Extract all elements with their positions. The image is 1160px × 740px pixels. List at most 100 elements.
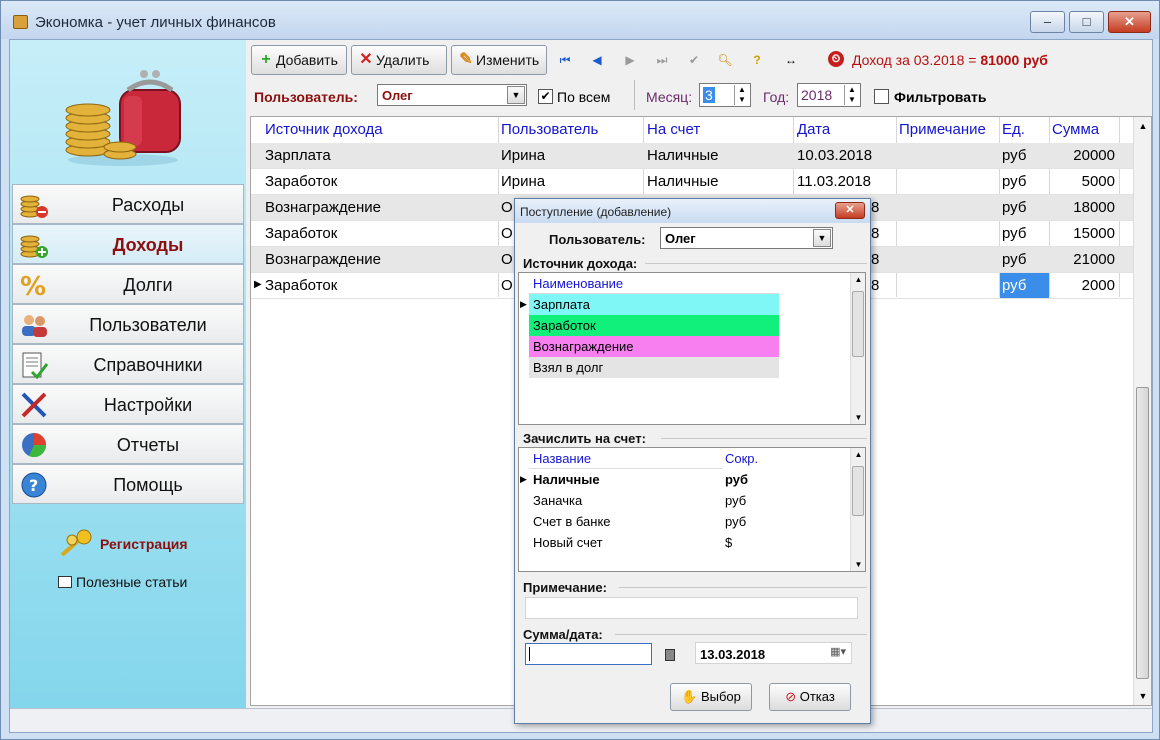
- search-icon[interactable]: 🔍︎: [717, 52, 733, 68]
- useful-articles-link[interactable]: Полезные статьи: [58, 574, 187, 590]
- header-source[interactable]: Источник дохода: [265, 121, 383, 138]
- account-header-short[interactable]: Сокр.: [725, 449, 775, 469]
- header-account[interactable]: На счет: [647, 121, 700, 138]
- scroll-thumb[interactable]: [852, 291, 864, 357]
- month-spinner[interactable]: 3 ▲ ▼: [699, 83, 751, 107]
- scroll-down-icon[interactable]: ▼: [851, 560, 866, 569]
- useful-articles-label: Полезные статьи: [76, 574, 188, 590]
- scroll-thumb[interactable]: [1136, 387, 1149, 679]
- year-spinner[interactable]: 2018 ▲ ▼: [797, 83, 861, 107]
- expand-columns-icon[interactable]: ↔: [780, 52, 802, 68]
- header-note[interactable]: Примечание: [899, 121, 986, 138]
- note-input[interactable]: [525, 597, 858, 619]
- scroll-up-icon[interactable]: ▲: [851, 275, 866, 284]
- edit-button[interactable]: ✎ Изменить: [451, 45, 547, 75]
- account-item[interactable]: Наличные: [529, 469, 722, 490]
- coins-minus-icon: [20, 195, 48, 218]
- header-date[interactable]: Дата: [797, 121, 830, 138]
- nav-reports[interactable]: Отчеты: [12, 424, 244, 464]
- scroll-down-icon[interactable]: ▼: [1134, 691, 1152, 701]
- question-icon[interactable]: ?: [749, 52, 765, 68]
- account-item[interactable]: Счет в банке: [529, 511, 722, 532]
- last-record-icon[interactable]: ⏭: [654, 52, 670, 68]
- cell-account: Наличные: [647, 147, 719, 164]
- source-item[interactable]: Заработок: [529, 315, 779, 336]
- chevron-down-icon[interactable]: ▼: [507, 86, 525, 104]
- source-list-scrollbar[interactable]: ▲ ▼: [850, 273, 865, 424]
- select-label: Выбор: [700, 689, 741, 704]
- delete-button[interactable]: ✕ Удалить: [351, 45, 447, 75]
- nav-debts[interactable]: % Долги: [12, 264, 244, 304]
- dialog-title-bar[interactable]: Поступление (добавление) ✕: [515, 199, 870, 223]
- calculator-icon[interactable]: [665, 649, 675, 661]
- cell-sum: 2000: [1081, 277, 1115, 294]
- registration-link[interactable]: Регистрация: [58, 528, 218, 558]
- plus-icon: +: [261, 51, 271, 68]
- minimize-button[interactable]: –: [1030, 11, 1065, 33]
- account-list-scrollbar[interactable]: ▲ ▼: [850, 448, 865, 571]
- cell-unit: руб: [1002, 251, 1027, 268]
- source-item[interactable]: Взял в долг: [529, 357, 779, 378]
- month-value[interactable]: 3: [703, 87, 715, 103]
- next-record-icon[interactable]: ▶: [622, 52, 638, 68]
- select-button[interactable]: ✋ Выбор: [670, 683, 752, 711]
- spinner-arrows-icon[interactable]: ▲ ▼: [844, 85, 859, 105]
- cell-unit-selected[interactable]: руб: [1000, 273, 1049, 298]
- header-unit[interactable]: Ед.: [1002, 121, 1025, 138]
- year-value[interactable]: 2018: [801, 87, 832, 103]
- dialog-user-select[interactable]: Олег ▼: [660, 227, 833, 249]
- spinner-arrows-icon[interactable]: ▲ ▼: [734, 85, 749, 105]
- cell-source: Зарплата: [265, 147, 331, 164]
- header-sum[interactable]: Сумма: [1052, 121, 1099, 138]
- clock-icon: ⏲: [828, 51, 844, 67]
- source-list[interactable]: Наименование Зарплата ▶ Заработок Вознаг…: [518, 272, 866, 425]
- add-button[interactable]: + Добавить: [251, 45, 347, 75]
- header-user[interactable]: Пользователь: [501, 121, 598, 138]
- window-title: Экономка - учет личных финансов: [35, 14, 276, 31]
- scroll-up-icon[interactable]: ▲: [1134, 121, 1152, 131]
- account-list[interactable]: Название Сокр. ▶ Наличные руб Заначка ру…: [518, 447, 866, 572]
- first-record-icon[interactable]: ⏮: [557, 52, 573, 68]
- account-header-name[interactable]: Название: [529, 449, 722, 469]
- cell-source: Заработок: [265, 173, 338, 190]
- scroll-thumb[interactable]: [852, 466, 864, 516]
- nav-expenses[interactable]: Расходы: [12, 184, 244, 224]
- table-row[interactable]: Зарплата Ирина Наличные 10.03.2018 руб 2…: [251, 143, 1133, 169]
- delete-label: Удалить: [376, 52, 430, 68]
- nav-users[interactable]: Пользователи: [12, 304, 244, 344]
- coins-plus-icon: [20, 235, 48, 258]
- sum-input[interactable]: [525, 643, 652, 665]
- scroll-up-icon[interactable]: ▲: [851, 450, 866, 459]
- nav-references[interactable]: Справочники: [12, 344, 244, 384]
- nav-income[interactable]: Доходы: [12, 224, 244, 264]
- date-picker[interactable]: 13.03.2018 ▦▾: [695, 642, 852, 664]
- close-button[interactable]: ✕: [1108, 11, 1151, 33]
- source-label: Источник дохода:: [523, 256, 638, 271]
- filter-checkbox[interactable]: [874, 89, 889, 104]
- nav-label: Отчеты: [116, 435, 180, 455]
- nav-help[interactable]: ? Помощь: [12, 464, 244, 504]
- checkmark-icon[interactable]: ✔: [686, 52, 702, 68]
- dialog-user-label: Пользователь:: [549, 232, 646, 247]
- cancel-button[interactable]: ⊘ Отказ: [769, 683, 851, 711]
- prev-record-icon[interactable]: ◀: [589, 52, 605, 68]
- cell-unit: руб: [1002, 199, 1027, 216]
- divider: [615, 634, 867, 635]
- sum-date-label: Сумма/дата:: [523, 627, 603, 642]
- title-bar[interactable]: Экономка - учет личных финансов – □ ✕: [1, 1, 1159, 39]
- source-list-header[interactable]: Наименование: [529, 274, 779, 294]
- all-users-checkbox[interactable]: ✔: [538, 89, 553, 104]
- calendar-dropdown-icon[interactable]: ▦▾: [830, 645, 846, 658]
- nav-settings[interactable]: Настройки: [12, 384, 244, 424]
- account-item[interactable]: Новый счет: [529, 532, 722, 553]
- source-item[interactable]: Вознаграждение: [529, 336, 779, 357]
- user-select[interactable]: Олег ▼: [377, 84, 527, 106]
- account-item[interactable]: Заначка: [529, 490, 722, 511]
- chevron-down-icon[interactable]: ▼: [813, 229, 831, 247]
- dialog-close-button[interactable]: ✕: [835, 202, 865, 219]
- maximize-button[interactable]: □: [1069, 11, 1104, 33]
- table-scrollbar[interactable]: ▲ ▼: [1133, 117, 1151, 705]
- table-row[interactable]: Заработок Ирина Наличные 11.03.2018 руб …: [251, 169, 1133, 195]
- source-item[interactable]: Зарплата: [529, 294, 779, 315]
- scroll-down-icon[interactable]: ▼: [851, 413, 866, 422]
